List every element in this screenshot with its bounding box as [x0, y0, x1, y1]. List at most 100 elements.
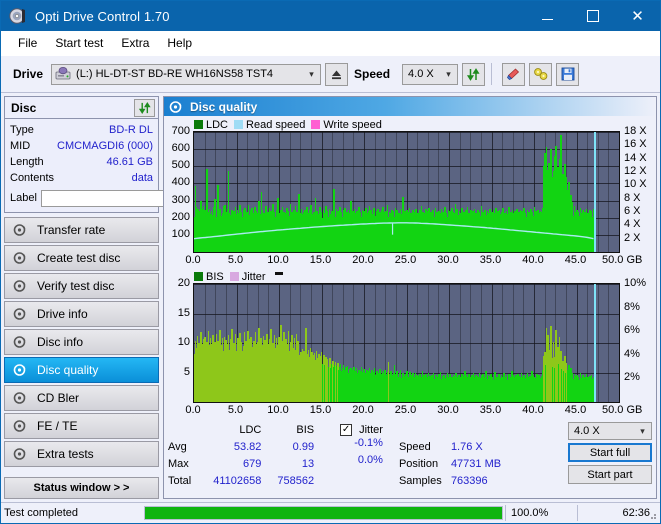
x-tick-label: 20.0 [352, 254, 373, 266]
close-button[interactable]: ✕ [615, 1, 660, 31]
y2-tick-label: 8 X [624, 192, 641, 204]
menu-item-start-test[interactable]: Start test [46, 33, 112, 53]
disc-test-icon [10, 391, 30, 405]
disc-test-icon [10, 419, 30, 433]
y-tick-label: 15 [178, 307, 190, 319]
erase-button[interactable] [502, 63, 525, 86]
disc-row-value: 46.61 GB [107, 156, 153, 168]
stats-col-bis: BIS [261, 422, 314, 439]
eject-button[interactable] [325, 63, 348, 86]
sidebar-item-transfer-rate[interactable]: Transfer rate [4, 217, 159, 243]
legend-label: BIS [206, 271, 224, 283]
sidebar-item-label: Disc info [37, 335, 83, 349]
refresh-icon [466, 67, 481, 82]
refresh-button[interactable] [462, 63, 485, 86]
sidebar-item-verify-test-disc[interactable]: Verify test disc [4, 273, 159, 299]
chevron-down-icon[interactable]: ▾ [634, 426, 651, 437]
disc-test-icon [10, 363, 30, 377]
ldc-plot-area[interactable] [193, 131, 620, 253]
x-tick-label: 20.0 [352, 404, 373, 416]
disc-row-value: CMCMAGDI6 (000) [57, 140, 153, 152]
disc-test-icon [10, 223, 30, 237]
chevron-down-icon[interactable]: ▾ [440, 69, 457, 80]
menu-item-extra[interactable]: Extra [112, 33, 158, 53]
legend-label: LDC [206, 119, 228, 131]
save-button[interactable] [556, 63, 579, 86]
test-speed-value: 4.0 X [569, 425, 600, 437]
y2-tick-label: 14 X [624, 152, 647, 164]
drive-select[interactable]: (L:) HL-DT-ST BD-RE WH16NS58 TST4 ▾ [51, 64, 321, 85]
disc-row-length: Length 46.61 GB [10, 154, 153, 170]
menu-item-help[interactable]: Help [158, 33, 201, 53]
legend-swatch [194, 120, 203, 129]
sidebar-item-label: Extra tests [37, 447, 94, 461]
y-tick-label: 100 [172, 228, 190, 240]
sidebar-item-drive-info[interactable]: Drive info [4, 301, 159, 327]
progress-bar [144, 506, 503, 520]
readout-value: 1.76 X [451, 441, 483, 453]
eraser-icon [506, 67, 522, 81]
x-tick-label: 30.0 [437, 404, 458, 416]
readout-key: Samples [399, 475, 451, 487]
save-icon [561, 67, 575, 81]
y-tick-label: 600 [172, 142, 190, 154]
bis-y2-axis: 2%4%6%8%10% [620, 283, 654, 403]
stats-table-col: LDC BIS Avg 53.82 0.99 Max 679 13 [168, 422, 314, 484]
disc-row-key: Contents [10, 172, 54, 184]
x-tick-label: 15.0 [310, 254, 331, 266]
readout-value: 763396 [451, 475, 488, 487]
x-tick-label: 10.0 [267, 404, 288, 416]
y2-tick-label: 10% [624, 277, 646, 289]
sidebar-item-create-test-disc[interactable]: Create test disc [4, 245, 159, 271]
menu-item-file[interactable]: File [9, 33, 46, 53]
bis-plot-area[interactable] [193, 283, 620, 403]
sidebar-item-label: Create test disc [37, 251, 120, 265]
sidebar-item-disc-info[interactable]: Disc info [4, 329, 159, 355]
sidebar-item-fe-te[interactable]: FE / TE [4, 413, 159, 439]
sidebar-item-cd-bler[interactable]: CD Bler [4, 385, 159, 411]
disc-panel-title: Disc [11, 101, 36, 115]
stats-col-ldc: LDC [197, 422, 261, 439]
y-tick-label: 200 [172, 211, 190, 223]
stats-table: LDC BIS Avg 53.82 0.99 Max 679 13 [168, 422, 314, 490]
eject-icon [330, 68, 343, 81]
ldc-y-axis: 100200300400500600700 [166, 131, 193, 253]
jitter-header: ✓ Jitter [340, 422, 383, 437]
jitter-checkbox[interactable]: ✓ [340, 424, 352, 436]
legend-entry-write-speed: Write speed [311, 119, 382, 131]
position-cursor [594, 284, 596, 402]
start-full-button[interactable]: Start full [568, 443, 652, 462]
x-tick-label: 15.0 [310, 404, 331, 416]
status-window-button[interactable]: Status window > > [4, 477, 159, 499]
legend-label: Jitter [242, 271, 266, 283]
x-tick-label: 30.0 [437, 254, 458, 266]
disc-row-value: data [132, 172, 153, 184]
readout-value: 47731 MB [451, 458, 501, 470]
disc-refresh-button[interactable] [134, 99, 155, 117]
sidebar-item-extra-tests[interactable]: Extra tests [4, 441, 159, 467]
x-tick-label: 0.0 [185, 404, 200, 416]
stats-row-key: Total [168, 473, 197, 490]
disc-test-icon [10, 335, 30, 349]
disc-properties: Type BD-R DL MID CMCMAGDI6 (000) Length … [5, 119, 158, 212]
maximize-button[interactable] [570, 1, 615, 31]
test-speed-select[interactable]: 4.0 X ▾ [568, 422, 652, 440]
legend-entry-ldc: LDC [194, 119, 228, 131]
speed-select[interactable]: 4.0 X ▾ [402, 64, 458, 85]
resize-grip[interactable] [648, 511, 658, 521]
chevron-down-icon[interactable]: ▾ [303, 69, 320, 80]
y2-tick-label: 4 X [624, 218, 641, 230]
stats-cell-bis: 758562 [261, 473, 314, 490]
sidebar-item-disc-quality[interactable]: Disc quality [4, 357, 159, 383]
toolbar: Drive (L:) HL-DT-ST BD-RE WH16NS58 TST4 … [1, 56, 660, 93]
x-tick-label: 5.0 [228, 404, 243, 416]
jitter-max: 0.0% [340, 454, 383, 471]
sidebar: Disc Type BD-R DL MID C [4, 96, 159, 499]
y2-tick-label: 6% [624, 324, 640, 336]
legend-swatch [311, 120, 320, 129]
drive-label: Drive [13, 67, 43, 81]
minimize-button[interactable] [525, 1, 570, 31]
disc-tools-button[interactable] [529, 63, 552, 86]
start-part-button[interactable]: Start part [568, 465, 652, 484]
stats-cell-bis: 13 [261, 456, 314, 473]
